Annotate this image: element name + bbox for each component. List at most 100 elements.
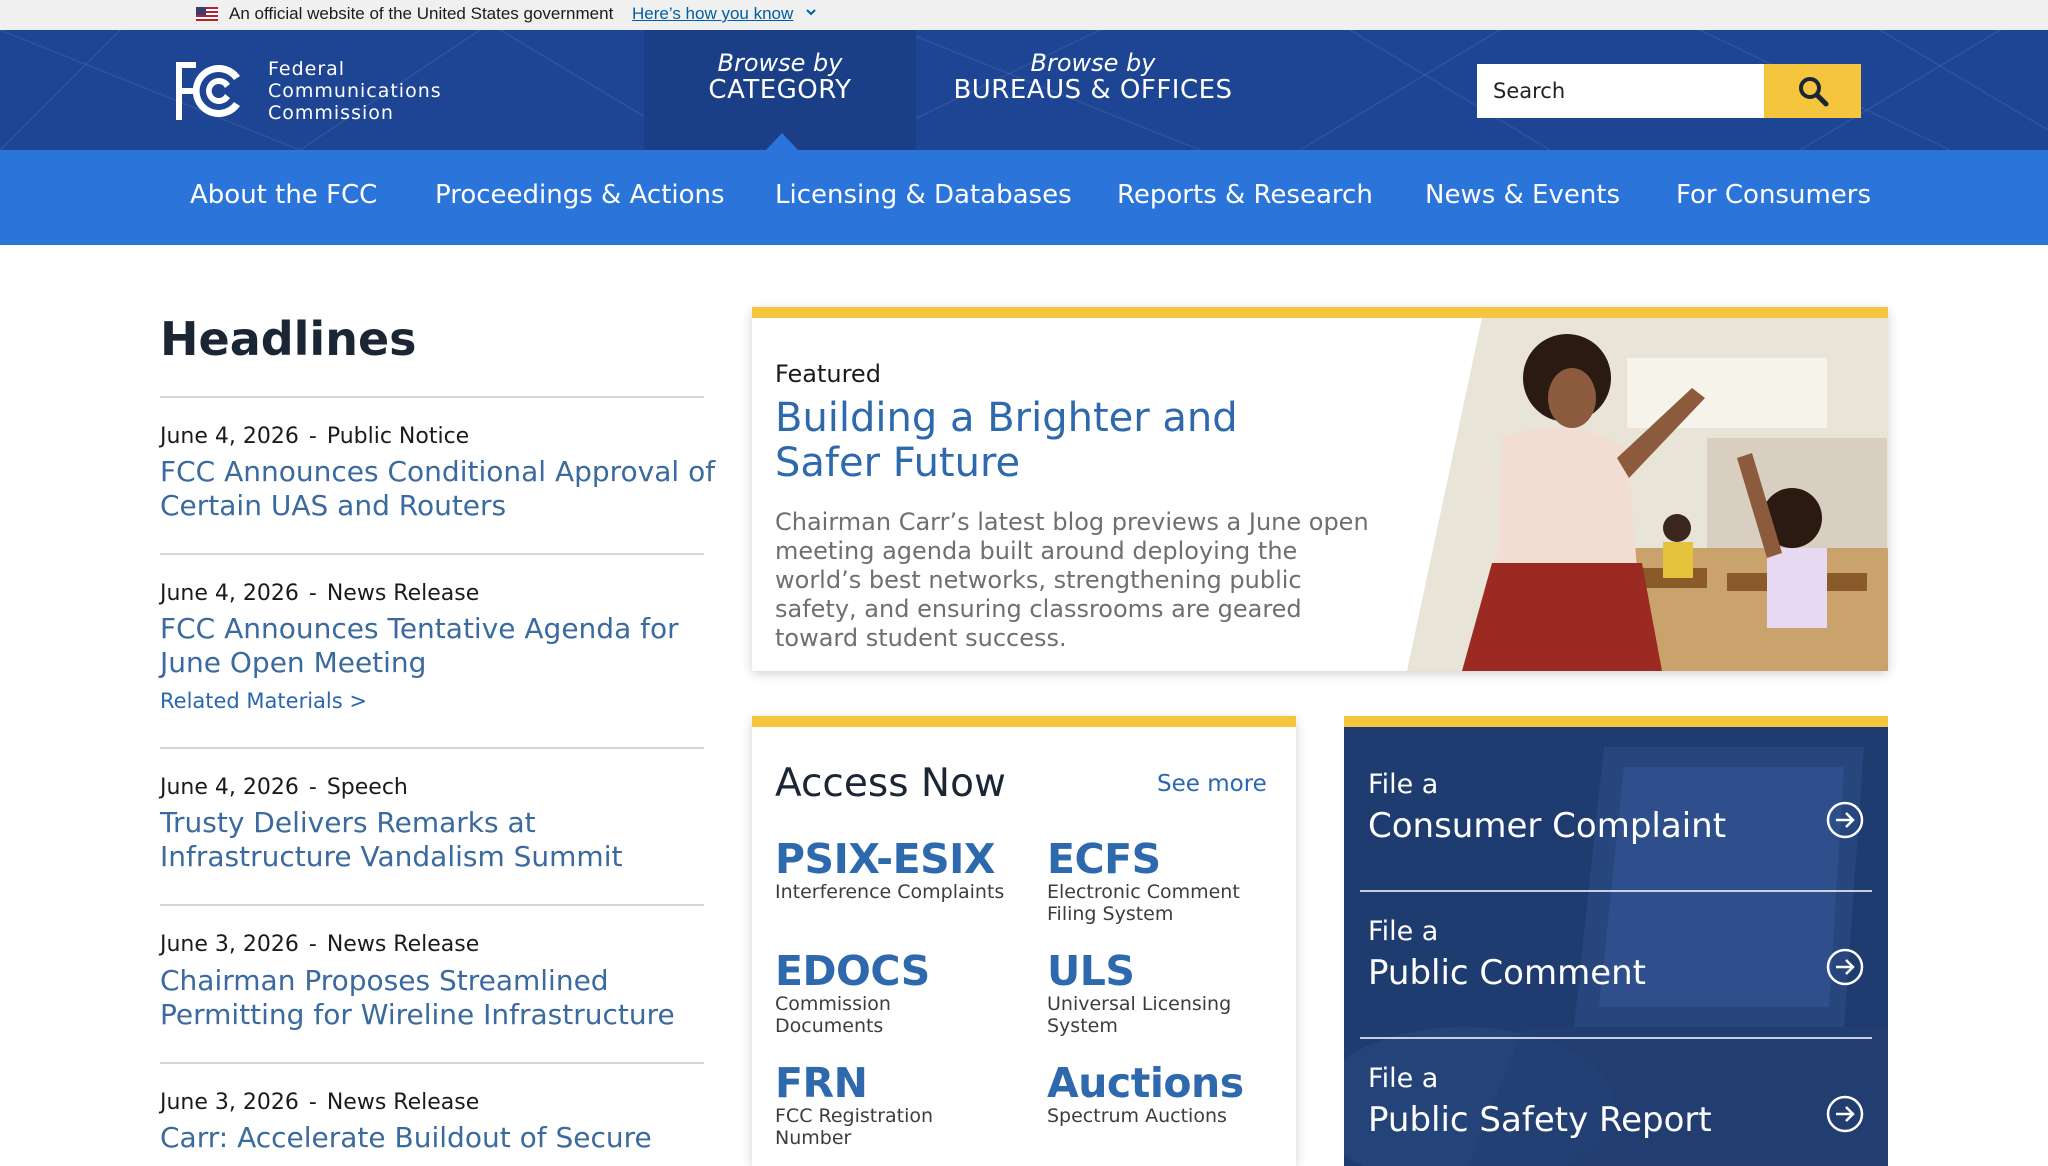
browse-by-bureaus-tab[interactable]: Browse by BUREAUS & OFFICES (940, 30, 1246, 150)
browse-bureaus-big: BUREAUS & OFFICES (953, 75, 1233, 105)
tool-name: ECFS (1047, 835, 1161, 883)
headline-date: June 4, 2026 (160, 424, 299, 449)
headline-meta: June 3, 2026- News Release (160, 1090, 479, 1115)
headline-sep: - (308, 1090, 317, 1115)
headline-meta: June 4, 2026- Public Notice (160, 424, 469, 449)
search-input[interactable] (1477, 64, 1764, 118)
file-consumer-complaint-link[interactable]: File a Consumer Complaint (1360, 727, 1872, 874)
tool-link-auctions[interactable]: Auctions Spectrum Auctions (1047, 1061, 1277, 1127)
headline-divider (160, 904, 704, 906)
tool-description: Electronic Comment Filing System (1047, 881, 1240, 925)
tool-link-psix-esix[interactable]: PSIX-ESIX Interference Complaints (775, 837, 1005, 903)
nav-item-reports[interactable]: Reports & Research (1117, 180, 1373, 210)
arrow-right-circle-icon (1826, 801, 1864, 839)
file-public-safety-report-link[interactable]: File a Public Safety Report (1360, 1021, 1872, 1166)
tool-name: EDOCS (775, 947, 930, 995)
file-prefix: File a (1368, 769, 1439, 800)
tool-description: Universal Licensing System (1047, 993, 1232, 1037)
headline-meta: June 4, 2026- News Release (160, 581, 479, 606)
access-now-heading: Access Now (775, 761, 1006, 806)
gov-banner-text: An official website of the United States… (229, 4, 614, 23)
related-materials-link[interactable]: Related Materials > (160, 689, 367, 713)
headline-date: June 3, 2026 (160, 932, 299, 957)
tool-link-frn[interactable]: FRN FCC Registration Number (775, 1061, 945, 1149)
tool-description: Spectrum Auctions (1047, 1105, 1227, 1127)
tool-name: FRN (775, 1059, 868, 1107)
chevron-down-icon[interactable] (804, 5, 818, 19)
logo-line-communications: Communications (268, 80, 442, 102)
arrow-right-circle-icon (1826, 1095, 1864, 1133)
file-label: Public Comment (1368, 953, 1647, 993)
file-label: Consumer Complaint (1368, 806, 1727, 846)
featured-classroom-photo[interactable] (1407, 318, 1888, 671)
access-now-card: Access Now See more PSIX-ESIX Interferen… (752, 716, 1296, 1166)
site-header: Federal Communications Commission Browse… (0, 30, 2048, 150)
file-prefix: File a (1368, 1063, 1439, 1094)
headline-divider (160, 553, 704, 555)
nav-item-licensing[interactable]: Licensing & Databases (775, 180, 1072, 210)
file-label: Public Safety Report (1368, 1100, 1712, 1140)
browse-category-small: Browse by (717, 49, 843, 77)
search-button[interactable] (1764, 64, 1861, 118)
headline-type: News Release (326, 1090, 480, 1115)
heres-how-you-know-link[interactable]: Here’s how you know (632, 4, 793, 24)
nav-item-news[interactable]: News & Events (1425, 180, 1620, 210)
headline-divider (160, 747, 704, 749)
nav-item-consumers[interactable]: For Consumers (1676, 180, 1871, 210)
headline-type: News Release (326, 932, 480, 957)
tool-description: FCC Registration Number (775, 1105, 934, 1149)
featured-kicker: Featured (775, 360, 881, 388)
headline-link[interactable]: Carr: Accelerate Buildout of Secure (160, 1121, 720, 1155)
headline-type: Public Notice (326, 424, 470, 449)
fcc-logo-text: Federal Communications Commission (268, 58, 442, 124)
logo-line-federal: Federal (268, 58, 346, 80)
headline-date: June 3, 2026 (160, 1090, 299, 1115)
tool-name: ULS (1047, 947, 1135, 995)
headline-type: News Release (326, 581, 480, 606)
browse-by-category-tab[interactable]: Browse by CATEGORY (644, 30, 916, 150)
headline-link[interactable]: FCC Announces Conditional Approval of Ce… (160, 455, 720, 523)
gov-banner: An official website of the United States… (0, 0, 2048, 30)
headline-link[interactable]: Trusty Delivers Remarks at Infrastructur… (160, 806, 720, 874)
arrow-right-circle-icon (1826, 948, 1864, 986)
featured-title-link[interactable]: Building a Brighter and Safer Future (775, 396, 1335, 486)
file-actions-panel: File a Consumer Complaint File a Public … (1344, 716, 1888, 1166)
headline-link[interactable]: Chairman Proposes Streamlined Permitting… (160, 964, 720, 1032)
tool-link-edocs[interactable]: EDOCS Commission Documents (775, 949, 1005, 1037)
active-tab-caret (766, 133, 798, 150)
tool-description: Commission Documents (775, 993, 891, 1037)
tool-name: PSIX-ESIX (775, 835, 996, 883)
headlines-heading: Headlines (160, 312, 417, 366)
us-flag-icon (196, 7, 218, 21)
headline-divider (160, 1062, 704, 1064)
main-nav: About the FCC Proceedings & Actions Lice… (0, 150, 2048, 245)
see-more-link[interactable]: See more (1157, 771, 1267, 797)
headline-meta: June 3, 2026- News Release (160, 932, 479, 957)
tool-name: Auctions (1047, 1059, 1244, 1107)
file-public-comment-link[interactable]: File a Public Comment (1360, 874, 1872, 1021)
file-prefix: File a (1368, 916, 1439, 947)
headline-divider (160, 396, 704, 398)
headline-sep: - (308, 424, 317, 449)
featured-description: Chairman Carr’s latest blog previews a J… (775, 508, 1369, 652)
headline-meta: June 4, 2026- Speech (160, 775, 408, 800)
headline-type: Speech (326, 775, 408, 800)
fcc-logo-mark-icon (176, 62, 240, 120)
headline-link[interactable]: FCC Announces Tentative Agenda for June … (160, 612, 720, 680)
headline-sep: - (308, 775, 317, 800)
search-icon (1799, 77, 1829, 107)
tool-link-ecfs[interactable]: ECFS Electronic Comment Filing System (1047, 837, 1277, 925)
tool-description: Interference Complaints (775, 881, 1005, 903)
browse-category-big: CATEGORY (708, 75, 852, 105)
headline-sep: - (308, 932, 317, 957)
tool-link-uls[interactable]: ULS Universal Licensing System (1047, 949, 1277, 1037)
fcc-logo[interactable]: Federal Communications Commission (172, 58, 472, 128)
nav-item-proceedings[interactable]: Proceedings & Actions (435, 180, 725, 210)
headline-date: June 4, 2026 (160, 581, 299, 606)
featured-card: Featured Building a Brighter and Safer F… (752, 307, 1888, 671)
logo-line-commission: Commission (268, 102, 394, 124)
browse-bureaus-small: Browse by (1030, 49, 1156, 77)
headline-date: June 4, 2026 (160, 775, 299, 800)
headline-sep: - (308, 581, 317, 606)
nav-item-about[interactable]: About the FCC (190, 180, 377, 210)
